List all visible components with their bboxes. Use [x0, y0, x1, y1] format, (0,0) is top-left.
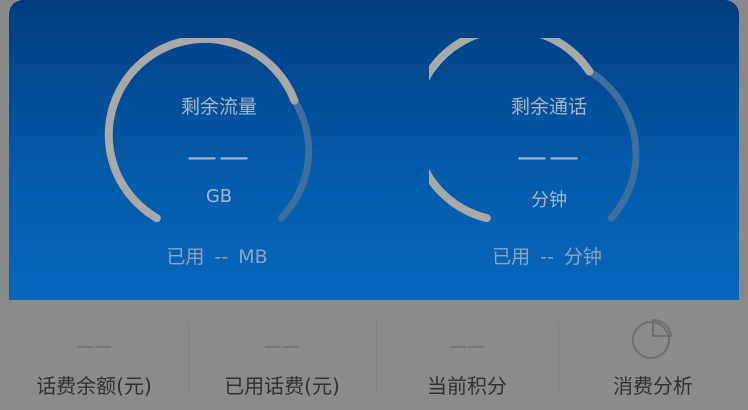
voice-used-value: -- — [540, 246, 554, 268]
balance-label: 话费余额(元) — [36, 374, 152, 398]
spent-value: —— — [264, 336, 300, 357]
voice-used-line: 已用 -- 分钟 — [427, 242, 667, 269]
usage-summary-panel: 剩余流量 —— GB 已用 -- MB 剩余通话 —— 分钟 已用 -- 分钟 — [9, 0, 739, 300]
balance-value: —— — [76, 336, 112, 357]
data-used-unit: MB — [238, 246, 268, 268]
data-gauge-unit: GB — [205, 186, 233, 207]
app-screen: 剩余流量 —— GB 已用 -- MB 剩余通话 —— 分钟 已用 -- 分钟 … — [0, 0, 748, 410]
points-tile[interactable]: —— 当前积分 — [376, 300, 558, 410]
data-used-line: 已用 -- MB — [97, 242, 337, 269]
data-gauge-value: —— — [187, 140, 251, 175]
spent-tile[interactable]: —— 已用话费(元) — [188, 300, 376, 410]
voice-used-prefix: 已用 — [492, 246, 531, 268]
spent-label: 已用话费(元) — [224, 374, 340, 398]
spending-analysis-tile[interactable]: 消费分析 — [558, 300, 748, 410]
data-gauge-title: 剩余流量 — [180, 96, 257, 118]
balance-tile[interactable]: —— 话费余额(元) — [0, 300, 188, 410]
voice-used-unit: 分钟 — [563, 246, 602, 268]
voice-gauge-title: 剩余通话 — [510, 96, 587, 118]
data-used-value: -- — [214, 246, 229, 268]
account-stats-bar: —— 话费余额(元) —— 已用话费(元) —— 当前积分 消费分析 — [0, 300, 748, 410]
data-used-prefix: 已用 — [166, 246, 205, 268]
pie-chart-icon — [632, 318, 672, 359]
points-value: —— — [449, 336, 485, 357]
spending-analysis-label: 消费分析 — [613, 374, 693, 398]
voice-gauge-unit: 分钟 — [531, 190, 567, 211]
points-label: 当前积分 — [427, 374, 507, 398]
voice-gauge-value: —— — [517, 140, 581, 175]
